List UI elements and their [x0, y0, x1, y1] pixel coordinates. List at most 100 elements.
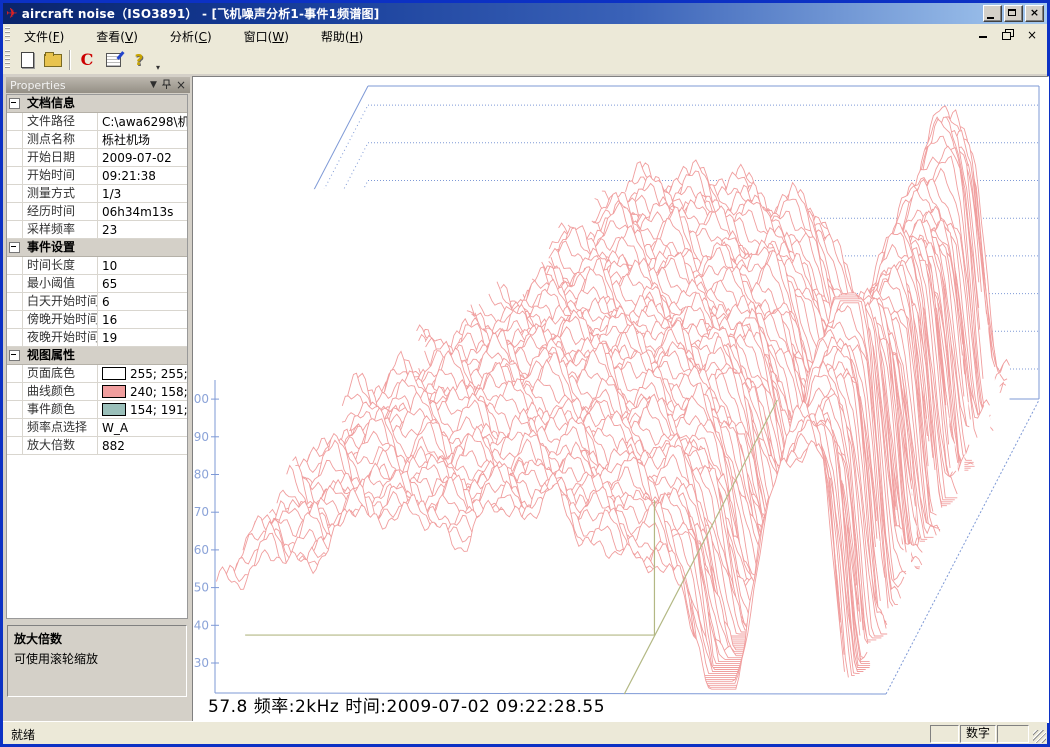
properties-sheet-button[interactable] [101, 49, 125, 72]
property-row: 页面底色255; 255; 25 [7, 365, 187, 383]
property-value[interactable]: 1/3 [98, 185, 187, 202]
section-header: 事件设置 [7, 239, 187, 257]
property-label: 频率点选择 [23, 419, 98, 436]
status-bar: 就绪 数字 [3, 721, 1047, 744]
property-label: 曲线颜色 [23, 383, 98, 400]
menu-item[interactable]: 窗口(W) [234, 28, 299, 46]
level-axis-tick-label: 100 [194, 392, 209, 406]
level-axis-tick-label: 40 [194, 618, 209, 632]
minimize-button[interactable] [983, 5, 1002, 22]
waterfall-surface [194, 106, 1010, 693]
open-folder-button[interactable] [41, 49, 65, 72]
property-row: 开始时间09:21:38 [7, 167, 187, 185]
property-label: 事件颜色 [23, 401, 98, 418]
section-header: 视图属性 [7, 347, 187, 365]
color-swatch [102, 385, 126, 398]
properties-sheet-icon [106, 53, 121, 67]
menu-item[interactable]: 分析(C) [160, 28, 222, 46]
analysis-c-button[interactable]: C [75, 49, 99, 72]
mdi-minimize-button[interactable] [977, 29, 991, 41]
menu-item[interactable]: 文件(F) [14, 28, 74, 46]
property-description-title: 放大倍数 [14, 630, 180, 647]
property-grid: 文档信息文件路径C:\awa6298\机场测点名称栎社机场开始日期2009-07… [6, 94, 188, 619]
menu-bar: 文件(F) 查看(V) 分析(C) 窗口(W) 帮助(H) × [3, 24, 1047, 46]
collapse-icon[interactable] [9, 98, 20, 109]
close-button[interactable]: × [1025, 5, 1044, 22]
status-pane-empty-1 [930, 725, 959, 743]
properties-panel-header[interactable]: Properties ▼ × [6, 77, 190, 93]
panel-close-icon[interactable]: × [176, 80, 186, 90]
property-label: 采样频率 [23, 221, 98, 238]
property-value[interactable]: 19 [98, 329, 187, 346]
property-label: 最小阈值 [23, 275, 98, 292]
property-row: 最小阈值65 [7, 275, 187, 293]
property-description-text: 可使用滚轮缩放 [14, 650, 180, 667]
property-value[interactable]: 06h34m13s [98, 203, 187, 220]
mdi-restore-button[interactable] [1001, 29, 1015, 41]
level-axis-tick-label: 80 [194, 468, 209, 482]
level-axis-tick-label: 70 [194, 505, 209, 519]
property-value[interactable]: 16 [98, 311, 187, 328]
menu-bar-items: 文件(F) 查看(V) 分析(C) 窗口(W) 帮助(H) [14, 26, 385, 45]
collapse-icon[interactable] [9, 242, 20, 253]
property-label: 开始时间 [23, 167, 98, 184]
open-folder-icon [44, 54, 62, 67]
level-axis-tick-label: 60 [194, 543, 209, 557]
property-label: 页面底色 [23, 365, 98, 382]
property-label: 白天开始时间 [23, 293, 98, 310]
property-label: 放大倍数 [23, 437, 98, 454]
toolbar-overflow-button[interactable]: ▾ [156, 63, 160, 74]
property-value[interactable]: 240; 158; 15 [98, 383, 187, 400]
property-row: 文件路径C:\awa6298\机场 [7, 113, 187, 131]
status-pane-empty-2 [997, 725, 1029, 743]
menu-item[interactable]: 帮助(H) [311, 28, 373, 46]
section-title: 事件设置 [22, 239, 75, 256]
property-value[interactable]: 65 [98, 275, 187, 292]
property-value[interactable]: 2009-07-02 [98, 149, 187, 166]
property-value[interactable]: 154; 191; 18 [98, 401, 187, 418]
property-value[interactable]: 栎社机场 [98, 131, 187, 148]
property-row: 频率点选择W_A [7, 419, 187, 437]
property-label: 经历时间 [23, 203, 98, 220]
help-icon: ? [135, 51, 144, 69]
property-value[interactable]: 6 [98, 293, 187, 310]
property-row: 测点名称栎社机场 [7, 131, 187, 149]
property-value[interactable]: 255; 255; 25 [98, 365, 187, 382]
property-value[interactable]: 09:21:38 [98, 167, 187, 184]
property-value[interactable]: C:\awa6298\机场 [98, 113, 187, 130]
property-row: 采样频率23 [7, 221, 187, 239]
property-row: 测量方式1/3 [7, 185, 187, 203]
window-title: aircraft noise（ISO3891） - [飞机噪声分析1-事件1频谱… [22, 5, 380, 22]
collapse-icon[interactable] [9, 350, 20, 361]
new-document-button[interactable] [15, 49, 39, 72]
resize-grip[interactable] [1033, 730, 1046, 743]
app-window: ✈ aircraft noise（ISO3891） - [飞机噪声分析1-事件1… [0, 0, 1050, 747]
mdi-minimize-icon [979, 36, 987, 38]
minimize-icon [987, 17, 994, 19]
property-label: 时间长度 [23, 257, 98, 274]
panel-menu-chevron-icon[interactable]: ▼ [150, 80, 157, 90]
color-swatch [102, 367, 126, 380]
property-value[interactable]: 10 [98, 257, 187, 274]
maximize-button[interactable] [1004, 5, 1023, 22]
new-document-icon [21, 52, 34, 68]
mdi-close-button[interactable]: × [1025, 29, 1039, 41]
title-bar[interactable]: ✈ aircraft noise（ISO3891） - [飞机噪声分析1-事件1… [3, 3, 1047, 24]
status-ready-text: 就绪 [11, 726, 35, 743]
menu-grip[interactable] [5, 27, 10, 42]
level-axis-tick-label: 30 [194, 656, 209, 670]
section-header: 文档信息 [7, 95, 187, 113]
status-pane-num: 数字 [960, 725, 996, 743]
property-label: 傍晚开始时间 [23, 311, 98, 328]
property-value[interactable]: 882 [98, 437, 187, 454]
menu-item[interactable]: 查看(V) [86, 28, 148, 46]
property-label: 夜晚开始时间 [23, 329, 98, 346]
level-axis-tick-label: 90 [194, 430, 209, 444]
toolbar-grip[interactable] [5, 50, 10, 70]
help-button[interactable]: ? [127, 49, 151, 72]
property-value[interactable]: W_A [98, 419, 187, 436]
property-value[interactable]: 23 [98, 221, 187, 238]
pin-icon[interactable] [162, 79, 171, 92]
waterfall-chart[interactable]: 30405060708090100 [194, 78, 1046, 722]
property-row: 时间长度10 [7, 257, 187, 275]
